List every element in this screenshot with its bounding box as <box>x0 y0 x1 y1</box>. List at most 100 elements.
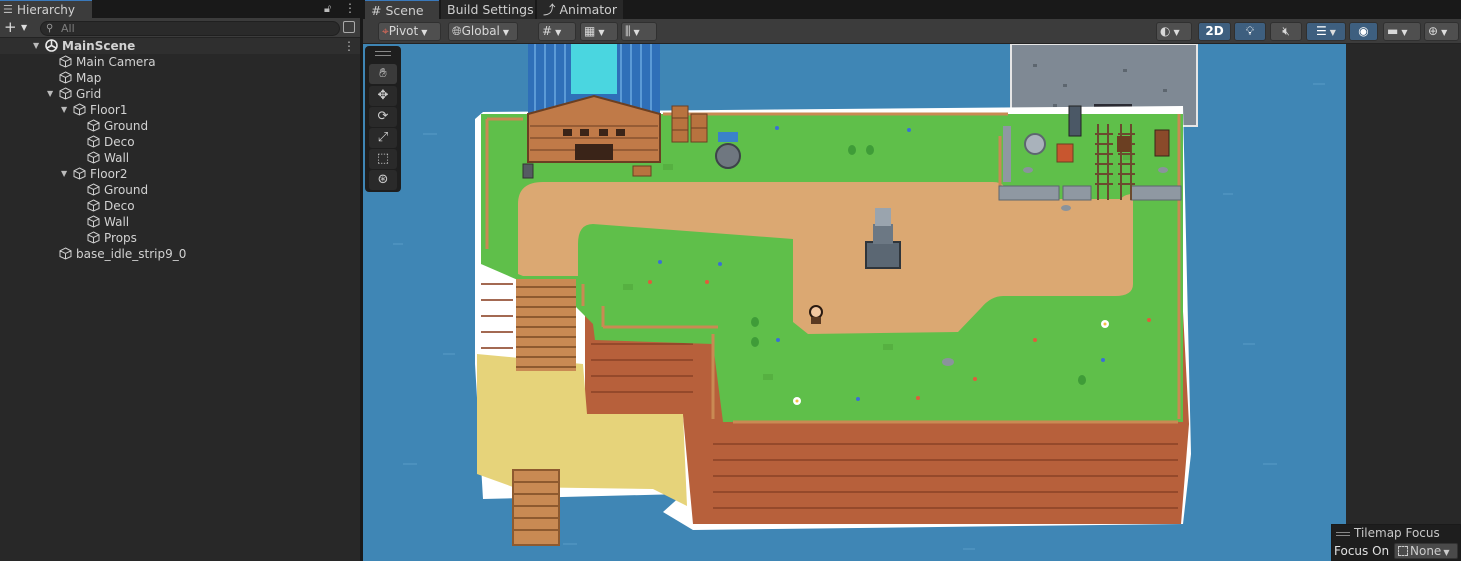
chevron-down-icon: ▼ <box>598 28 605 37</box>
pivot-dropdown[interactable]: ⌖Pivot ▼ <box>378 22 441 41</box>
tree-item[interactable]: Deco <box>0 198 360 214</box>
tree-item-label: Ground <box>104 183 149 197</box>
hierarchy-panel: ☰ Hierarchy 🔓︎ ⋮ +▼ ⚲ All ▼ MainScene ⋮ <box>0 0 360 561</box>
tree-item[interactable]: ▼ Floor1 <box>0 102 360 118</box>
tab-build-settings[interactable]: Build Settings <box>441 0 535 19</box>
increment-snap-dropdown[interactable]: ⫼ ▼ <box>621 22 657 41</box>
grid-snapping-dropdown[interactable]: # ▼ <box>538 22 576 41</box>
drag-grip-icon[interactable] <box>1336 531 1350 536</box>
tree-item[interactable]: base_idle_strip9_0 <box>0 246 360 262</box>
focus-value: None <box>1410 544 1442 558</box>
scene-viewport[interactable]: ✋︎ ✥ ⟳ ⤢ ⬚ ⊛ <box>363 44 1346 561</box>
more-menu-icon[interactable]: ⋮ <box>344 1 356 15</box>
wooden-stairs <box>516 279 576 371</box>
scene-name: MainScene <box>62 39 136 53</box>
scene-tools-overlay: ✋︎ ✥ ⟳ ⤢ ⬚ ⊛ <box>365 46 401 192</box>
add-button[interactable]: + ▼ <box>4 19 30 36</box>
scene-root-row[interactable]: ▼ MainScene ⋮ <box>0 38 360 54</box>
move-tool-button[interactable]: ✥ <box>369 86 397 106</box>
signpost <box>632 165 652 177</box>
expand-arrow-icon[interactable]: ▼ <box>61 166 67 182</box>
audio-toggle-button[interactable]: 🔇︎ <box>1270 22 1302 41</box>
effects-dropdown[interactable]: ☰ ▼ <box>1306 22 1346 41</box>
scene-panel: # Scene Build Settings ⤴ Animator ⌖Pivot… <box>363 0 1461 561</box>
eye-hidden-icon: ◉ <box>1358 24 1369 38</box>
focus-on-dropdown[interactable]: None ▼ <box>1394 543 1458 559</box>
rect-transform-icon: ⬚ <box>376 151 390 166</box>
search-placeholder: All <box>61 22 75 35</box>
expand-arrow-icon[interactable]: ▼ <box>61 102 67 118</box>
animator-icon: ⤴ <box>543 2 556 17</box>
chevron-down-icon: ▼ <box>502 28 510 37</box>
unity-scene-icon <box>45 39 58 52</box>
lighting-toggle-button[interactable]: 💡︎ <box>1234 22 1266 41</box>
rotate-tool-button[interactable]: ⟳ <box>369 107 397 127</box>
gameobject-cube-icon <box>59 247 72 260</box>
effects-layers-icon: ☰ <box>1316 24 1327 38</box>
tab-scene[interactable]: # Scene <box>365 0 439 19</box>
dashed-box-icon <box>1398 546 1408 556</box>
well <box>715 132 741 169</box>
gameobject-cube-icon <box>87 199 100 212</box>
tree-item-label: Wall <box>104 151 130 165</box>
hierarchy-tabbar: ☰ Hierarchy 🔓︎ ⋮ <box>0 0 360 18</box>
tree-item[interactable]: Ground <box>0 182 360 198</box>
tree-item-label: Main Camera <box>76 55 156 69</box>
shading-mode-icon: ◐ <box>1160 24 1171 38</box>
wooden-dock <box>512 469 560 546</box>
tilemap-canvas <box>363 44 1346 561</box>
tab-scene-label: Scene <box>385 3 424 18</box>
pivot-label: Pivot <box>388 24 419 38</box>
tree-item[interactable]: Map <box>0 70 360 86</box>
tree-item-label: Floor2 <box>90 167 128 181</box>
tree-item-label: Floor1 <box>90 103 128 117</box>
tree-item-label: Grid <box>76 87 102 101</box>
tab-animator[interactable]: ⤴ Animator <box>537 0 623 19</box>
tree-item[interactable]: Wall <box>0 150 360 166</box>
gameobject-cube-icon <box>87 135 100 148</box>
gameobject-cube-icon <box>59 71 72 84</box>
focus-on-label: Focus On <box>1334 544 1390 558</box>
rect-tool-button[interactable]: ⬚ <box>369 149 397 169</box>
lock-icon[interactable]: 🔓︎ <box>324 2 331 16</box>
2d-toggle-button[interactable]: 2D <box>1198 22 1231 41</box>
gameobject-cube-icon <box>73 103 86 116</box>
scale-tool-button[interactable]: ⤢ <box>369 128 397 148</box>
chevron-down-icon: ▼ <box>555 28 562 37</box>
rotate-icon: ⟳ <box>377 109 389 124</box>
tree-item[interactable]: Props <box>0 230 360 246</box>
global-dropdown[interactable]: 🌐︎Global ▼ <box>448 22 518 41</box>
editor-tabbar: # Scene Build Settings ⤴ Animator <box>363 0 1461 19</box>
expand-arrow-icon[interactable]: ▼ <box>33 38 39 54</box>
globe-icon: 🌐︎ <box>452 24 462 38</box>
hand-tool-button[interactable]: ✋︎ <box>369 64 397 84</box>
add-icon: + <box>4 18 17 36</box>
tree-item[interactable]: ▼ Floor2 <box>0 166 360 182</box>
ruler-icon: ⫼ <box>625 24 631 38</box>
transform-tool-button[interactable]: ⊛ <box>369 170 397 190</box>
drag-grip-icon[interactable] <box>375 51 391 56</box>
viewport-empty-area <box>1346 44 1461 561</box>
scale-icon: ⤢ <box>377 130 389 145</box>
dirt-path-east <box>983 199 1133 294</box>
tree-item[interactable]: Main Camera <box>0 54 360 70</box>
gizmos-dropdown[interactable]: ⊕ ▼ <box>1424 22 1459 41</box>
grid-visibility-dropdown[interactable]: ▦ ▼ <box>580 22 618 41</box>
list-icon: ☰ <box>3 3 13 16</box>
gameobject-cube-icon <box>73 167 86 180</box>
draw-mode-dropdown[interactable]: ◐ ▼ <box>1156 22 1192 41</box>
stone-wall <box>998 185 1182 201</box>
tree-item[interactable]: Wall <box>0 214 360 230</box>
camera-dropdown[interactable]: ▬ ▼ <box>1383 22 1421 41</box>
tree-item[interactable]: ▼ Grid <box>0 86 360 102</box>
tree-item[interactable]: Ground <box>0 118 360 134</box>
expand-arrow-icon[interactable]: ▼ <box>47 86 53 102</box>
scene-visibility-toggle[interactable]: ◉ <box>1349 22 1378 41</box>
grid-snap-icon: # <box>542 24 553 38</box>
search-options-icon[interactable] <box>343 21 355 33</box>
scene-more-icon[interactable]: ⋮ <box>343 38 355 54</box>
tab-hierarchy[interactable]: ☰ Hierarchy <box>0 0 92 18</box>
grid-icon: ▦ <box>584 24 596 38</box>
tree-item[interactable]: Deco <box>0 134 360 150</box>
search-input[interactable]: ⚲ All <box>40 21 340 36</box>
